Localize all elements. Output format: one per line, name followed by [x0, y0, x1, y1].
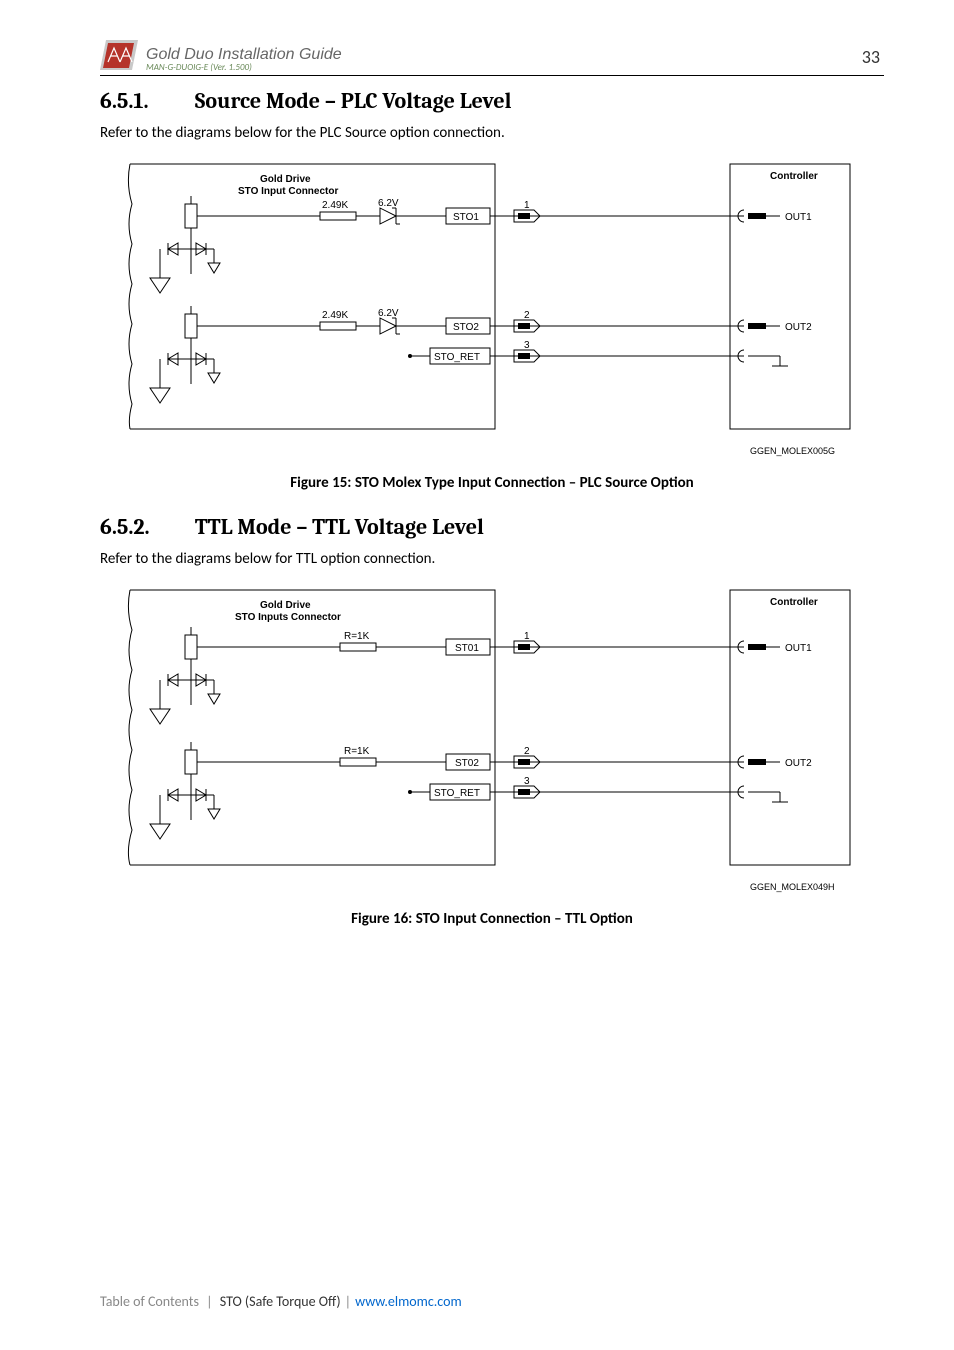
section-number: 6.5.1. [100, 88, 190, 114]
fig2-sto1: ST01 [455, 643, 479, 654]
section-title: TTL Mode – TTL Voltage Level [195, 514, 484, 540]
fig2-out1: OUT1 [785, 643, 812, 654]
fig1-r1: 2.49K [322, 200, 348, 211]
doc-subtitle: MAN-G-DUOIG-E (Ver. 1.500) [146, 63, 862, 73]
fig1-ref: GGEN_MOLEX005G [750, 446, 835, 456]
page-header: Gold Duo Installation Guide MAN-G-DUOIG-… [100, 40, 884, 76]
fig1-pin1: 1 [524, 200, 530, 211]
footer-chapter: STO (Safe Torque Off) [220, 1293, 341, 1310]
fig2-pin2: 2 [524, 746, 530, 757]
fig2-pin1: 1 [524, 631, 530, 642]
fig2-storet: STO_RET [434, 788, 480, 799]
figure-15: Gold Drive STO Input Connector Controlle… [120, 154, 884, 464]
fig2-sto2: ST02 [455, 758, 479, 769]
page: Gold Duo Installation Guide MAN-G-DUOIG-… [0, 0, 954, 1350]
fig2-right-title: Controller [770, 597, 818, 608]
logo-icon [100, 40, 138, 75]
figure-16: Gold Drive STO Inputs Connector Controll… [120, 580, 884, 900]
fig1-left-title1: Gold Drive [260, 174, 311, 185]
section-heading-652: 6.5.2. TTL Mode – TTL Voltage Level [100, 514, 884, 540]
fig2-out2: OUT2 [785, 758, 812, 769]
section2-intro: Refer to the diagrams below for TTL opti… [100, 550, 884, 568]
figure-15-caption: Figure 15: STO Molex Type Input Connecti… [100, 474, 884, 492]
fig2-left-title2: STO Inputs Connector [235, 612, 341, 623]
fig1-sto2: STO2 [453, 322, 479, 333]
footer-sep2: | [341, 1293, 355, 1310]
section-heading-651: 6.5.1. Source Mode – PLC Voltage Level [100, 88, 884, 114]
fig1-storet: STO_RET [434, 352, 480, 363]
fig1-z1: 6.2V [378, 198, 399, 209]
fig1-z2: 6.2V [378, 308, 399, 319]
fig2-r1: R=1K [344, 631, 370, 642]
fig2-ref: GGEN_MOLEX049H [750, 882, 835, 892]
fig1-r2: 2.49K [322, 310, 348, 321]
fig2-r2: R=1K [344, 746, 370, 757]
page-number: 33 [862, 46, 884, 68]
fig1-pin2: 2 [524, 310, 530, 321]
fig1-right-title: Controller [770, 171, 818, 182]
fig1-pin3: 3 [524, 340, 530, 351]
doc-title: Gold Duo Installation Guide [146, 46, 862, 64]
section-title: Source Mode – PLC Voltage Level [195, 88, 512, 114]
fig2-pin3: 3 [524, 776, 530, 787]
fig2-left-title1: Gold Drive [260, 600, 311, 611]
section-number: 6.5.2. [100, 514, 190, 540]
footer-toc[interactable]: Table of Contents [100, 1293, 199, 1310]
page-footer: Table of Contents | STO (Safe Torque Off… [100, 1293, 884, 1310]
fig1-left-title2: STO Input Connector [238, 186, 338, 197]
fig1-sto1: STO1 [453, 212, 479, 223]
footer-sep: | [202, 1293, 216, 1310]
section1-intro: Refer to the diagrams below for the PLC … [100, 124, 884, 142]
fig1-out2: OUT2 [785, 322, 812, 333]
figure-16-caption: Figure 16: STO Input Connection – TTL Op… [100, 910, 884, 928]
fig1-out1: OUT1 [785, 212, 812, 223]
footer-link[interactable]: www.elmomc.com [355, 1293, 462, 1310]
